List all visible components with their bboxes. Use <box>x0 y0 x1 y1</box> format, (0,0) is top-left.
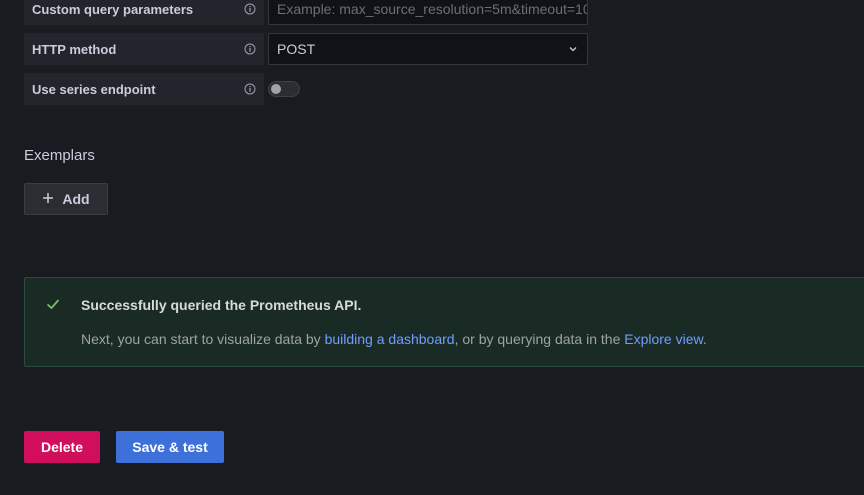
custom-query-label: Custom query parameters <box>32 1 194 17</box>
success-alert: Successfully queried the Prometheus API.… <box>24 277 864 367</box>
http-method-label: HTTP method <box>32 41 117 57</box>
alert-body-prefix: Next, you can start to visualize data by <box>81 331 325 347</box>
series-endpoint-toggle[interactable] <box>268 81 300 97</box>
info-icon[interactable] <box>244 3 256 15</box>
http-method-value: POST <box>277 41 316 57</box>
info-icon[interactable] <box>244 83 256 95</box>
save-test-button[interactable]: Save & test <box>116 431 224 463</box>
http-method-select[interactable]: POST <box>268 33 588 65</box>
chevron-down-icon <box>567 43 579 55</box>
datasource-settings-page: Custom query parameters Example: max_sou… <box>0 0 864 495</box>
custom-query-row: Custom query parameters <box>24 0 264 25</box>
custom-query-placeholder: Example: max_source_resolution=5m&timeou… <box>277 1 588 17</box>
check-icon <box>45 296 61 312</box>
alert-body-suffix: . <box>702 331 707 347</box>
toggle-knob <box>271 84 281 94</box>
plus-icon <box>42 191 54 207</box>
alert-body-middle: , or by querying data in the <box>454 331 625 347</box>
add-exemplar-label: Add <box>62 191 90 207</box>
custom-query-label-box: Custom query parameters <box>24 0 264 25</box>
series-endpoint-label: Use series endpoint <box>32 81 156 97</box>
series-endpoint-label-box: Use series endpoint <box>24 73 264 105</box>
alert-body: Next, you can start to visualize data by… <box>81 331 707 347</box>
series-endpoint-row: Use series endpoint <box>24 73 264 105</box>
http-method-row: HTTP method <box>24 33 264 65</box>
add-exemplar-button[interactable]: Add <box>24 183 108 215</box>
exemplars-title: Exemplars <box>24 147 95 164</box>
explore-view-link[interactable]: Explore view <box>624 331 703 347</box>
custom-query-input[interactable]: Example: max_source_resolution=5m&timeou… <box>268 0 588 25</box>
building-dashboard-link[interactable]: building a dashboard <box>325 331 455 347</box>
http-method-label-box: HTTP method <box>24 33 264 65</box>
alert-title: Successfully queried the Prometheus API. <box>81 297 362 313</box>
info-icon[interactable] <box>244 43 256 55</box>
delete-button[interactable]: Delete <box>24 431 100 463</box>
